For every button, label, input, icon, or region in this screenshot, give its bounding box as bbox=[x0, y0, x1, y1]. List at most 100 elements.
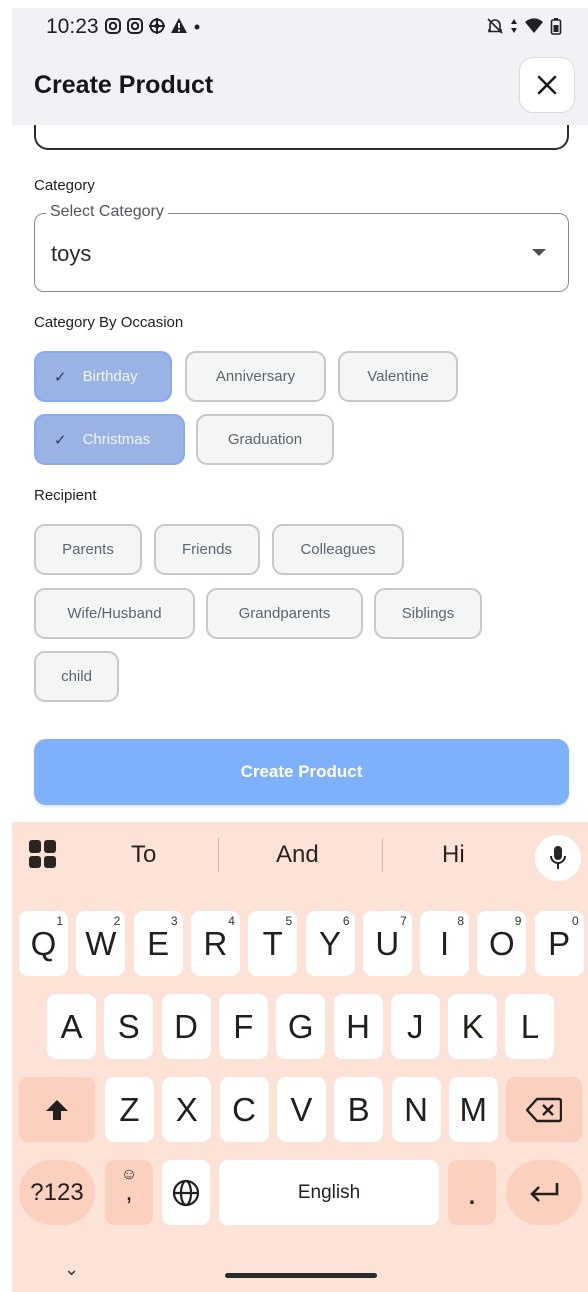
key-i[interactable]: I8 bbox=[420, 911, 470, 976]
key-d[interactable]: D bbox=[161, 994, 211, 1059]
emoji-comma-key[interactable]: ☺ , bbox=[105, 1160, 153, 1225]
mic-button[interactable] bbox=[535, 835, 581, 881]
key-y[interactable]: Y6 bbox=[305, 911, 355, 976]
chip-label: Grandparents bbox=[238, 605, 331, 622]
chip-christmas[interactable]: ✓ Christmas bbox=[34, 414, 185, 465]
category-label: Category bbox=[34, 177, 95, 194]
hide-keyboard-chevron-icon[interactable]: ⌄ bbox=[64, 1259, 79, 1280]
chip-friends[interactable]: Friends bbox=[154, 524, 260, 575]
wifi-icon bbox=[525, 18, 543, 33]
suggestion-1[interactable]: To bbox=[131, 841, 156, 869]
warning-icon bbox=[171, 18, 187, 33]
key-label: R bbox=[203, 924, 228, 962]
backspace-key[interactable] bbox=[506, 1077, 582, 1142]
comma-label: , bbox=[125, 1176, 133, 1206]
chip-colleagues[interactable]: Colleagues bbox=[272, 524, 404, 575]
chip-label: Christmas bbox=[82, 431, 151, 448]
key-number-hint: 6 bbox=[342, 914, 350, 928]
notifications-off-icon bbox=[487, 18, 503, 34]
chip-birthday[interactable]: ✓ Birthday bbox=[34, 351, 172, 402]
key-a[interactable]: A bbox=[47, 994, 96, 1059]
globe-icon bbox=[172, 1179, 200, 1206]
key-n[interactable]: N bbox=[391, 1077, 441, 1142]
key-label: W bbox=[85, 924, 117, 962]
key-label: K bbox=[461, 1007, 484, 1045]
chip-anniversary[interactable]: Anniversary bbox=[185, 351, 326, 402]
key-u[interactable]: U7 bbox=[362, 911, 412, 976]
chip-label: Parents bbox=[62, 541, 114, 558]
apps-grid-icon[interactable] bbox=[29, 840, 57, 868]
category-value: toys bbox=[51, 241, 92, 266]
suggestion-3[interactable]: Hi bbox=[442, 841, 465, 869]
key-r[interactable]: R4 bbox=[190, 911, 240, 976]
chip-child[interactable]: child bbox=[34, 651, 119, 702]
occasion-label: Category By Occasion bbox=[34, 314, 184, 331]
key-label: O bbox=[489, 924, 515, 962]
key-g[interactable]: G bbox=[276, 994, 326, 1059]
key-b[interactable]: B bbox=[334, 1077, 384, 1142]
previous-text-field[interactable] bbox=[34, 125, 569, 150]
chip-parents[interactable]: Parents bbox=[34, 524, 142, 575]
chip-valentine[interactable]: Valentine bbox=[338, 351, 458, 402]
key-k[interactable]: K bbox=[448, 994, 498, 1059]
key-e[interactable]: E3 bbox=[133, 911, 183, 976]
key-label: D bbox=[174, 1007, 199, 1045]
chip-label: Graduation bbox=[227, 431, 303, 448]
chip-graduation[interactable]: Graduation bbox=[196, 414, 334, 465]
key-label: L bbox=[520, 1007, 540, 1045]
suggestion-divider bbox=[218, 838, 219, 872]
app-bar: Create Product bbox=[12, 48, 588, 125]
key-t[interactable]: T5 bbox=[248, 911, 298, 976]
chip-label: child bbox=[61, 668, 92, 685]
system-icons bbox=[486, 17, 562, 35]
status-time: 10:23 bbox=[46, 15, 99, 38]
category-select[interactable]: Select Category toys bbox=[34, 203, 569, 292]
key-s[interactable]: S bbox=[104, 994, 154, 1059]
key-z[interactable]: Z bbox=[105, 1077, 154, 1142]
instagram-icon bbox=[127, 18, 143, 34]
key-j[interactable]: J bbox=[390, 994, 440, 1059]
key-q[interactable]: Q1 bbox=[19, 911, 68, 976]
symbols-key[interactable]: ?123 bbox=[19, 1160, 95, 1225]
key-label: Z bbox=[119, 1090, 140, 1128]
key-label: X bbox=[175, 1090, 198, 1128]
chip-label: Colleagues bbox=[300, 541, 376, 558]
create-product-button[interactable]: Create Product bbox=[34, 739, 569, 805]
key-number-hint: 3 bbox=[170, 914, 178, 928]
period-key[interactable]: . bbox=[448, 1160, 496, 1225]
key-label: E bbox=[147, 924, 170, 962]
enter-key[interactable] bbox=[506, 1160, 582, 1225]
home-indicator[interactable] bbox=[225, 1273, 377, 1278]
key-l[interactable]: L bbox=[505, 994, 555, 1059]
key-m[interactable]: M bbox=[448, 1077, 498, 1142]
recipient-label: Recipient bbox=[34, 487, 97, 504]
chip-wife-husband[interactable]: Wife/Husband bbox=[34, 588, 195, 639]
key-o[interactable]: O9 bbox=[477, 911, 527, 976]
key-h[interactable]: H bbox=[333, 994, 383, 1059]
suggestion-2[interactable]: And bbox=[276, 841, 319, 869]
chip-grandparents[interactable]: Grandparents bbox=[206, 588, 363, 639]
key-c[interactable]: C bbox=[219, 1077, 269, 1142]
enter-icon bbox=[530, 1182, 559, 1202]
key-number-hint: 8 bbox=[457, 914, 465, 928]
dot-icon bbox=[194, 24, 200, 30]
instagram-icon bbox=[105, 18, 121, 34]
backspace-icon bbox=[526, 1097, 562, 1122]
key-x[interactable]: X bbox=[162, 1077, 212, 1142]
page-title: Create Product bbox=[34, 71, 214, 99]
space-key[interactable]: English bbox=[219, 1160, 439, 1225]
close-button[interactable] bbox=[519, 57, 575, 113]
key-p[interactable]: P0 bbox=[534, 911, 584, 976]
shift-key[interactable] bbox=[19, 1077, 95, 1142]
key-label: S bbox=[117, 1007, 140, 1045]
key-label: M bbox=[459, 1090, 488, 1128]
dropdown-caret-icon bbox=[532, 249, 546, 256]
language-key[interactable] bbox=[162, 1160, 210, 1225]
key-v[interactable]: V bbox=[276, 1077, 326, 1142]
chip-siblings[interactable]: Siblings bbox=[374, 588, 482, 639]
key-number-hint: 9 bbox=[514, 914, 522, 928]
key-w[interactable]: W2 bbox=[76, 911, 126, 976]
key-number-hint: 0 bbox=[572, 914, 579, 928]
chip-label: Valentine bbox=[367, 368, 429, 385]
key-f[interactable]: F bbox=[218, 994, 268, 1059]
